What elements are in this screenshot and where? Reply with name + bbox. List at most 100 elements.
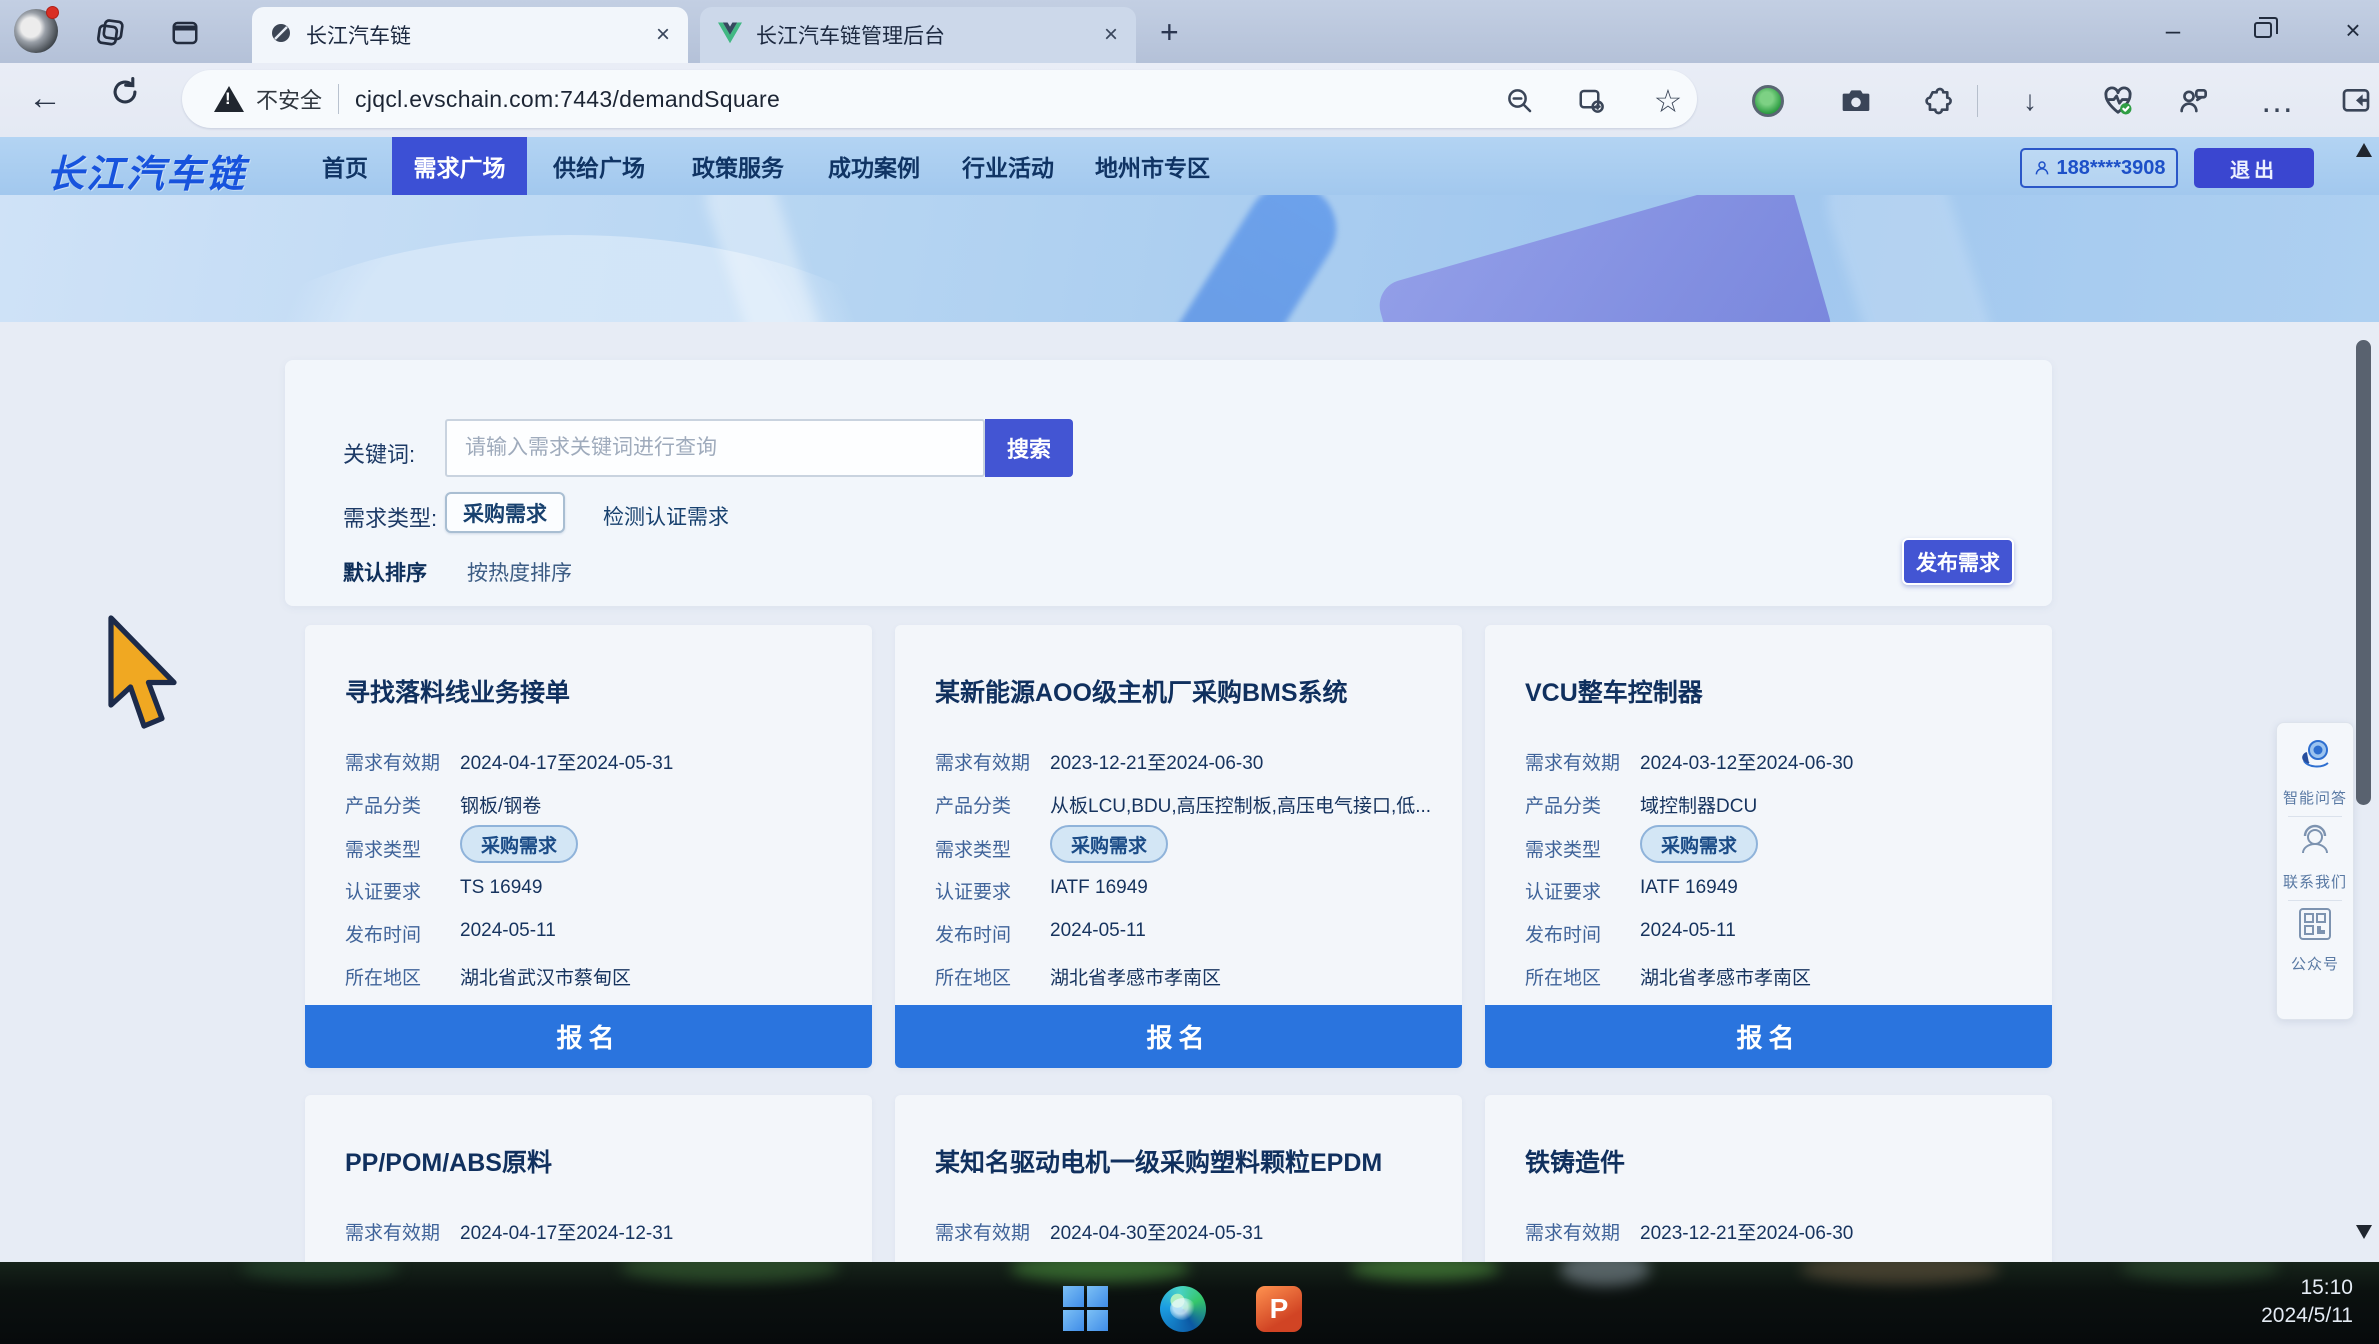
browser-toolbar: ← 不安全 cjqcl.evschain.com:7443/demandSqua… — [0, 63, 2379, 137]
nav-item-home[interactable]: 首页 — [322, 137, 368, 195]
keyword-label: 关键词: — [343, 442, 416, 467]
workspaces-icon[interactable] — [92, 14, 130, 52]
start-icon — [1087, 1286, 1108, 1307]
tab-actions-icon[interactable] — [166, 14, 204, 52]
close-button[interactable]: × — [2318, 0, 2379, 60]
field-label: 需求有效期 — [935, 753, 1031, 774]
demand-type-badge: 采购需求 — [1640, 825, 1758, 863]
downloads-icon[interactable]: ↓ — [2010, 81, 2050, 121]
site-header: 长江汽车链 首页 需求广场 供给广场 政策服务 成功案例 行业活动 地州市专区 … — [0, 137, 2379, 198]
taskbar: 15:10 2024/5/11 — [0, 1262, 2379, 1344]
keyword-input[interactable] — [445, 419, 985, 477]
more-menu-icon[interactable]: … — [2257, 81, 2297, 121]
zoom-out-icon[interactable] — [1500, 81, 1540, 121]
collections-save-icon[interactable] — [1572, 81, 1612, 121]
feedback-person-icon[interactable] — [2173, 81, 2213, 121]
official-account-button[interactable]: 公众号 — [2277, 901, 2353, 982]
nav-item-industry-events[interactable]: 行业活动 — [962, 137, 1054, 195]
nav-item-city-zone[interactable]: 地州市专区 — [1095, 137, 1210, 195]
restore-button[interactable] — [2228, 0, 2298, 60]
publish-demand-button[interactable]: 发布需求 — [1902, 538, 2014, 585]
apply-button[interactable]: 报名 — [895, 1005, 1462, 1068]
taskbar-clock[interactable]: 15:10 2024/5/11 — [2261, 1274, 2353, 1330]
tab-admin-console[interactable]: 长江汽车链管理后台 × — [700, 7, 1136, 63]
url-text[interactable]: cjqcl.evschain.com:7443/demandSquare — [355, 86, 780, 113]
not-secure-warning-icon[interactable] — [214, 86, 244, 112]
extensions-puzzle-icon[interactable] — [1917, 81, 1957, 121]
tab-close-icon[interactable]: × — [1104, 21, 1118, 49]
demand-card[interactable]: PP/POM/ABS原料 需求有效期 2024-04-17至2024-12-31… — [305, 1095, 872, 1266]
search-button[interactable]: 搜索 — [985, 419, 1073, 477]
apply-button[interactable]: 报名 — [305, 1005, 872, 1068]
notification-dot — [46, 6, 59, 19]
wallpaper-blob — [2120, 1262, 2280, 1280]
field-value: 2024-05-11 — [1640, 920, 1736, 941]
minimize-button[interactable]: – — [2138, 0, 2208, 60]
wallpaper-blob — [1560, 1262, 1650, 1286]
nav-item-demand-square[interactable]: 需求广场 — [392, 137, 527, 195]
demand-card[interactable]: 某新能源AOO级主机厂采购BMS系统 需求有效期 2023-12-21至2024… — [895, 625, 1462, 1068]
field-label: 需求类型 — [1525, 840, 1602, 861]
scrollbar-down-arrow[interactable] — [2356, 1225, 2372, 1239]
smart-qa-button[interactable]: 智能问答 — [2277, 731, 2353, 816]
logout-button[interactable]: 退出 — [2194, 148, 2314, 188]
tab-close-icon[interactable]: × — [656, 21, 670, 49]
clock-date: 2024/5/11 — [2261, 1304, 2353, 1327]
scrollbar-thumb[interactable] — [2356, 340, 2371, 805]
tab-title: 长江汽车链管理后台 — [756, 25, 945, 48]
field-value: 湖北省孝感市孝南区 — [1640, 968, 1812, 989]
demand-card[interactable]: VCU整车控制器 需求有效期 2024-03-12至2024-06-30 产品分… — [1485, 625, 2052, 1068]
screenshot-camera-icon[interactable] — [1836, 81, 1876, 121]
edge-browser-icon[interactable] — [1160, 1286, 1206, 1332]
restore-icon — [2254, 17, 2278, 38]
demand-card[interactable]: 铁铸造件 需求有效期 2023-12-21至2024-06-30 产品分类 — [1485, 1095, 2052, 1266]
demand-card[interactable]: 寻找落料线业务接单 需求有效期 2024-04-17至2024-05-31 产品… — [305, 625, 872, 1068]
field-value: 2023-12-21至2024-06-30 — [1050, 753, 1264, 774]
site-logo[interactable]: 长江汽车链 — [46, 143, 246, 198]
nav-item-supply-square[interactable]: 供给广场 — [553, 137, 645, 195]
card-title: 某新能源AOO级主机厂采购BMS系统 — [935, 679, 1348, 707]
back-button[interactable]: ← — [28, 79, 62, 118]
card-title: PP/POM/ABS原料 — [345, 1149, 552, 1177]
contact-us-button[interactable]: 联系我们 — [2277, 817, 2353, 900]
refresh-button[interactable] — [108, 75, 142, 118]
powerpoint-icon[interactable] — [1256, 1286, 1302, 1332]
sidebar-panel-icon[interactable] — [2336, 81, 2376, 121]
nav-item-success-cases[interactable]: 成功案例 — [828, 137, 920, 195]
field-value: 2024-03-12至2024-06-30 — [1640, 753, 1854, 774]
clock-time: 15:10 — [2300, 1276, 2353, 1299]
field-value: TS 16949 — [460, 877, 543, 898]
type-option-certification[interactable]: 检测认证需求 — [603, 501, 729, 531]
field-value: 从板LCU,BDU,高压控制板,高压电气接口,低... — [1050, 796, 1432, 817]
sort-default[interactable]: 默认排序 — [343, 557, 427, 587]
scrollbar-up-arrow[interactable] — [2356, 143, 2372, 157]
tab-demand-square[interactable]: 长江汽车链 × — [252, 7, 688, 63]
hero-streak-shape — [1811, 195, 2069, 322]
user-phone: 188****3908 — [2056, 156, 2166, 179]
not-secure-label[interactable]: 不安全 — [256, 83, 322, 115]
user-account-button[interactable]: 188****3908 — [2020, 148, 2178, 188]
tab-favicon-vue-icon — [718, 22, 742, 49]
field-label: 产品分类 — [935, 796, 1012, 817]
favorite-star-icon[interactable]: ☆ — [1648, 81, 1688, 121]
browser-essentials-icon[interactable] — [2098, 81, 2138, 121]
nav-item-policy-service[interactable]: 政策服务 — [692, 137, 784, 195]
type-option-purchase[interactable]: 采购需求 — [445, 492, 565, 533]
page-viewport: 长江汽车链 首页 需求广场 供给广场 政策服务 成功案例 行业活动 地州市专区 … — [0, 137, 2379, 1266]
field-value: 2024-05-11 — [460, 920, 556, 941]
demand-card[interactable]: 某知名驱动电机一级采购塑料颗粒EPDM 需求有效期 2024-04-30至202… — [895, 1095, 1462, 1266]
address-bar[interactable]: 不安全 cjqcl.evschain.com:7443/demandSquare — [182, 70, 1697, 128]
field-label: 发布时间 — [935, 925, 1012, 946]
field-value: 湖北省武汉市蔡甸区 — [460, 968, 632, 989]
new-tab-button[interactable]: + — [1160, 14, 1179, 51]
field-label: 发布时间 — [1525, 925, 1602, 946]
start-button[interactable] — [1063, 1286, 1109, 1332]
field-value: 2023-12-21至2024-06-30 — [1640, 1223, 1854, 1244]
sort-by-heat[interactable]: 按热度排序 — [467, 557, 572, 587]
hero-tablet-shape — [1373, 195, 1837, 322]
apply-button[interactable]: 报名 — [1485, 1005, 2052, 1068]
field-label: 需求有效期 — [935, 1223, 1031, 1244]
field-value: 2024-04-17至2024-12-31 — [460, 1223, 674, 1244]
extension-green-dot-icon[interactable] — [1752, 85, 1784, 117]
field-value: 2024-05-11 — [1050, 920, 1146, 941]
